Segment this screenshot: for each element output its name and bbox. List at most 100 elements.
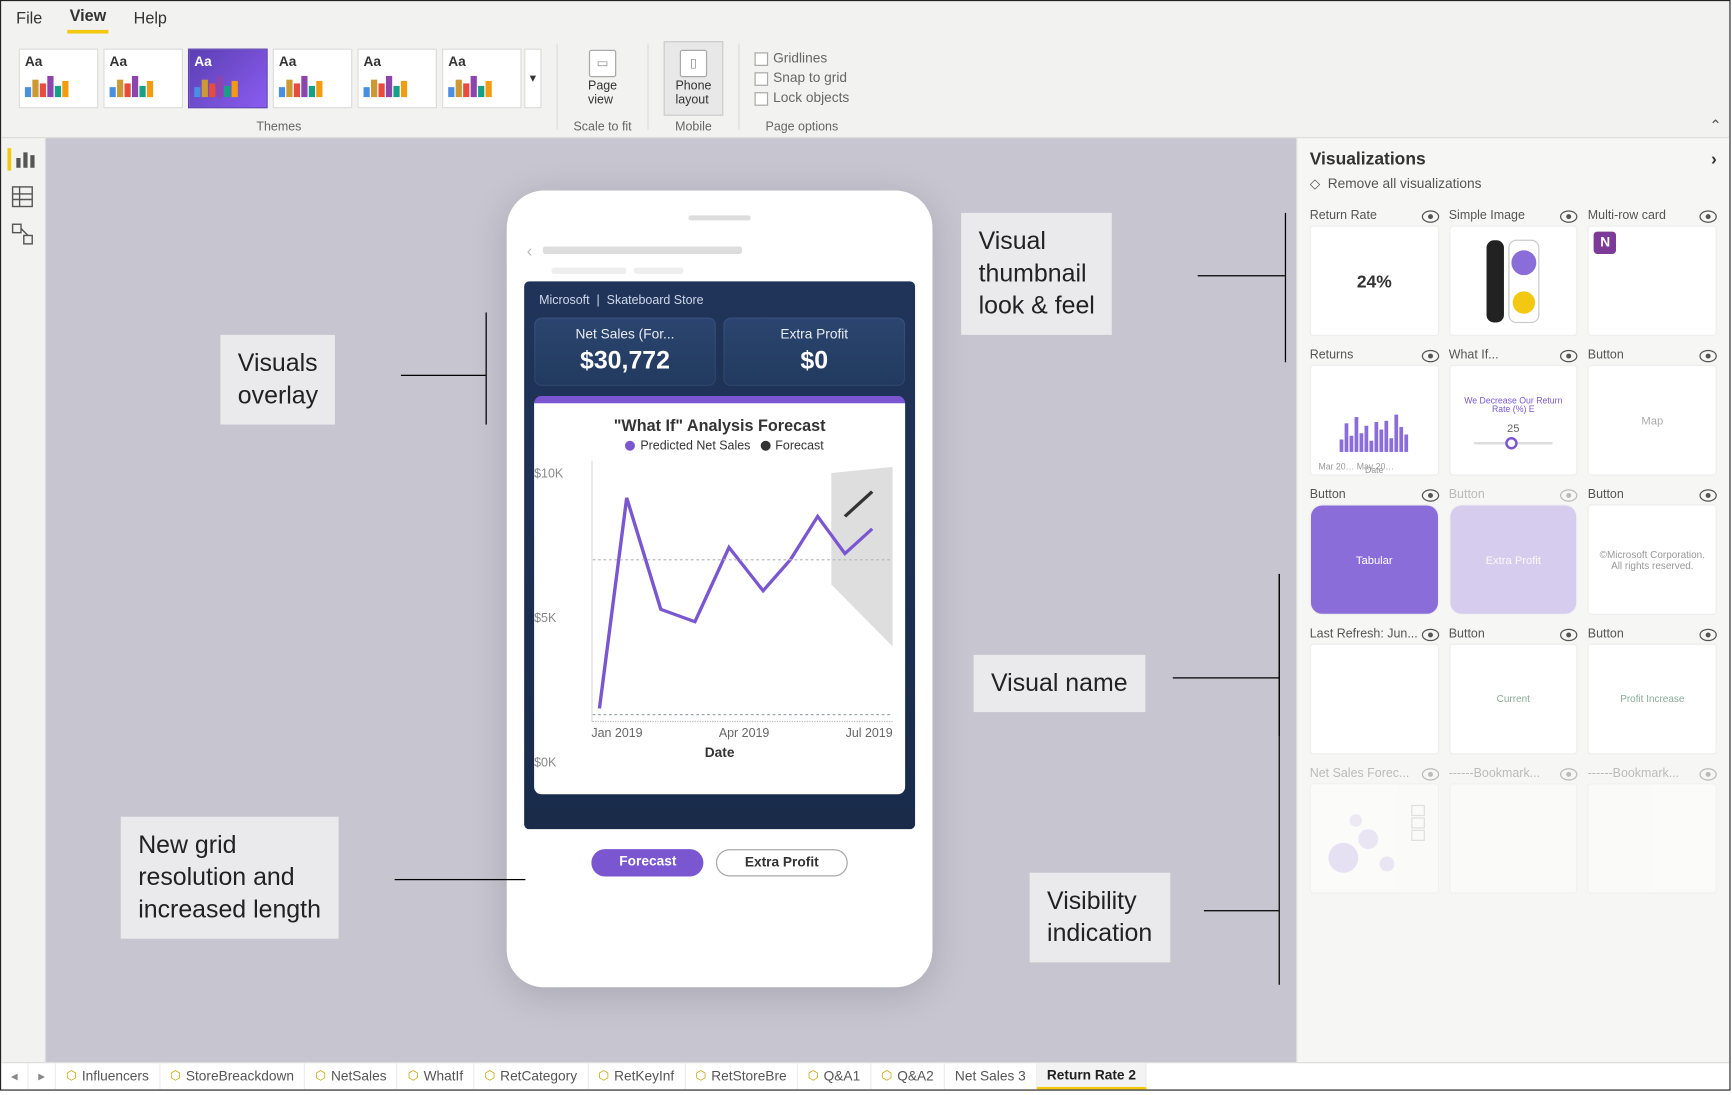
theme-dropdown[interactable]: ▾ [524, 49, 541, 109]
visibility-eye-icon[interactable] [1421, 210, 1438, 222]
callout-overlay: Visuals overlay [220, 335, 335, 425]
menu-file[interactable]: File [14, 3, 45, 32]
viz-tile[interactable]: Return Rate24% [1310, 207, 1439, 336]
tabs-next[interactable]: ▸ [29, 1063, 56, 1089]
viz-thumbnail [1310, 644, 1439, 755]
viz-thumbnail: We Decrease Our Return Rate (%) E25 [1449, 365, 1578, 476]
callout-visibility: Visibility indication [1030, 873, 1170, 963]
viz-tile-name: ------Bookmark... [1449, 767, 1540, 781]
tab-retstorebre[interactable]: ⬡RetStoreBre [685, 1063, 797, 1089]
viz-thumbnail: Current [1449, 644, 1578, 755]
viz-thumbnail: 24% [1310, 225, 1439, 336]
phone-body[interactable]: Microsoft | Skateboard Store Net Sales (… [524, 281, 915, 829]
card-extra-profit[interactable]: Extra Profit$0 [723, 317, 905, 385]
tab-retcategory[interactable]: ⬡RetCategory [474, 1063, 588, 1089]
viz-tile-name: Last Refresh: Jun... [1310, 627, 1418, 641]
viz-tile[interactable]: ButtonExtra Profit [1449, 486, 1578, 615]
viz-tile[interactable]: What If...We Decrease Our Return Rate (%… [1449, 346, 1578, 475]
remove-all-button[interactable]: ◇Remove all visualizations [1297, 176, 1729, 202]
tab-q-a2[interactable]: ⬡Q&A2 [871, 1063, 945, 1089]
extra-profit-button[interactable]: Extra Profit [716, 849, 847, 876]
visibility-eye-icon[interactable] [1560, 210, 1577, 222]
tab-q-a1[interactable]: ⬡Q&A1 [798, 1063, 872, 1089]
tab-netsales[interactable]: ⬡NetSales [305, 1063, 398, 1089]
chevron-right-icon[interactable]: › [1711, 148, 1717, 168]
tab-storebreackdown[interactable]: ⬡StoreBreackdown [160, 1063, 305, 1089]
tab-hidden-icon: ⬡ [598, 1069, 609, 1083]
model-view-icon[interactable] [11, 223, 36, 245]
viz-tile[interactable]: ------Bookmark... [1588, 764, 1717, 893]
theme-tile-3[interactable]: Aa [188, 49, 268, 109]
lock-checkbox[interactable]: Lock objects [754, 91, 849, 106]
gridlines-checkbox[interactable]: Gridlines [754, 51, 827, 66]
visibility-eye-icon[interactable] [1699, 768, 1716, 780]
tab-hidden-icon: ⬡ [66, 1069, 77, 1083]
card-net-sales[interactable]: Net Sales (For...$30,772 [534, 317, 716, 385]
viz-tile-name: Net Sales Forec... [1310, 767, 1410, 781]
chart-whatif[interactable]: "What If" Analysis Forecast Predicted Ne… [534, 396, 905, 794]
visibility-eye-icon[interactable] [1421, 489, 1438, 501]
theme-tile-4[interactable]: Aa [273, 49, 353, 109]
viz-tile[interactable]: Last Refresh: Jun... [1310, 625, 1439, 754]
visibility-eye-icon[interactable] [1421, 628, 1438, 640]
visibility-eye-icon[interactable] [1560, 489, 1577, 501]
theme-tile-1[interactable]: Aa [19, 49, 99, 109]
visualizations-pane: Visualizations› ◇Remove all visualizatio… [1296, 138, 1729, 1062]
theme-tile-6[interactable]: Aa [442, 49, 522, 109]
viz-thumbnail: Tabular [1310, 504, 1439, 615]
page-view-icon: ▭ [589, 50, 616, 77]
snap-checkbox[interactable]: Snap to grid [754, 71, 847, 86]
visibility-eye-icon[interactable] [1560, 628, 1577, 640]
visibility-eye-icon[interactable] [1421, 768, 1438, 780]
back-icon: ‹ [527, 240, 533, 260]
viz-thumbnail: ©Microsoft Corporation. All rights reser… [1588, 504, 1717, 615]
viz-tile[interactable]: ReturnsMar 20… May 20…Date [1310, 346, 1439, 475]
visibility-eye-icon[interactable] [1560, 349, 1577, 361]
viz-tile[interactable]: Simple Image [1449, 207, 1578, 336]
eraser-icon: ◇ [1310, 176, 1321, 192]
visibility-eye-icon[interactable] [1699, 349, 1716, 361]
visibility-eye-icon[interactable] [1699, 628, 1716, 640]
viz-tile[interactable]: ButtonMap [1588, 346, 1717, 475]
viz-tile[interactable]: ButtonTabular [1310, 486, 1439, 615]
viz-tile[interactable]: Button ©Microsoft Corporation. All rights… [1588, 486, 1717, 615]
viz-tile-name: Multi-row card [1588, 209, 1666, 223]
viz-tile[interactable]: Net Sales Forec... [1310, 764, 1439, 893]
tab-net-sales-3[interactable]: Net Sales 3 [945, 1063, 1037, 1089]
tab-whatif[interactable]: ⬡WhatIf [398, 1063, 475, 1089]
report-view-icon[interactable] [7, 148, 32, 170]
ribbon-label-scale: Scale to fit [573, 121, 631, 135]
tab-retkeyinf[interactable]: ⬡RetKeyInf [588, 1063, 685, 1089]
left-rail [1, 138, 46, 1062]
viz-thumbnail: Profit Increase [1588, 644, 1717, 755]
viz-tile[interactable]: ButtonProfit Increase [1588, 625, 1717, 754]
tab-influencers[interactable]: ⬡Influencers [56, 1063, 160, 1089]
visibility-eye-icon[interactable] [1421, 349, 1438, 361]
viz-tile-name: Button [1588, 488, 1624, 502]
viz-thumbnail: Map [1588, 365, 1717, 476]
canvas[interactable]: ‹ Microsoft | Skateboard Store Net Sales… [46, 138, 1296, 1062]
viz-tile[interactable]: Button Current [1449, 625, 1578, 754]
menu-view[interactable]: View [67, 1, 109, 33]
tab-hidden-icon: ⬡ [695, 1069, 706, 1083]
theme-tile-2[interactable]: Aa [103, 49, 183, 109]
collapse-ribbon-icon[interactable]: ⌃ [1709, 117, 1722, 134]
phone-mockup: ‹ Microsoft | Skateboard Store Net Sales… [507, 190, 933, 987]
theme-tile-5[interactable]: Aa [357, 49, 437, 109]
viz-tile-name: ------Bookmark... [1588, 767, 1679, 781]
viz-tile[interactable]: Multi-row cardN [1588, 207, 1717, 336]
forecast-button[interactable]: Forecast [592, 849, 704, 876]
tabs-prev[interactable]: ◂ [1, 1063, 28, 1089]
visibility-eye-icon[interactable] [1699, 210, 1716, 222]
visibility-eye-icon[interactable] [1560, 768, 1577, 780]
tab-hidden-icon: ⬡ [484, 1069, 495, 1083]
data-view-icon[interactable] [11, 186, 36, 208]
viz-tile[interactable]: ------Bookmark... [1449, 764, 1578, 893]
visibility-eye-icon[interactable] [1699, 489, 1716, 501]
tab-return-rate-2[interactable]: Return Rate 2 [1037, 1063, 1147, 1089]
page-view-button[interactable]: ▭Page view [573, 41, 633, 116]
viz-tile-name: Simple Image [1449, 209, 1525, 223]
menu-help[interactable]: Help [131, 3, 169, 32]
viz-tile-name: Button [1449, 627, 1485, 641]
phone-layout-button[interactable]: ▯Phone layout [664, 41, 724, 116]
